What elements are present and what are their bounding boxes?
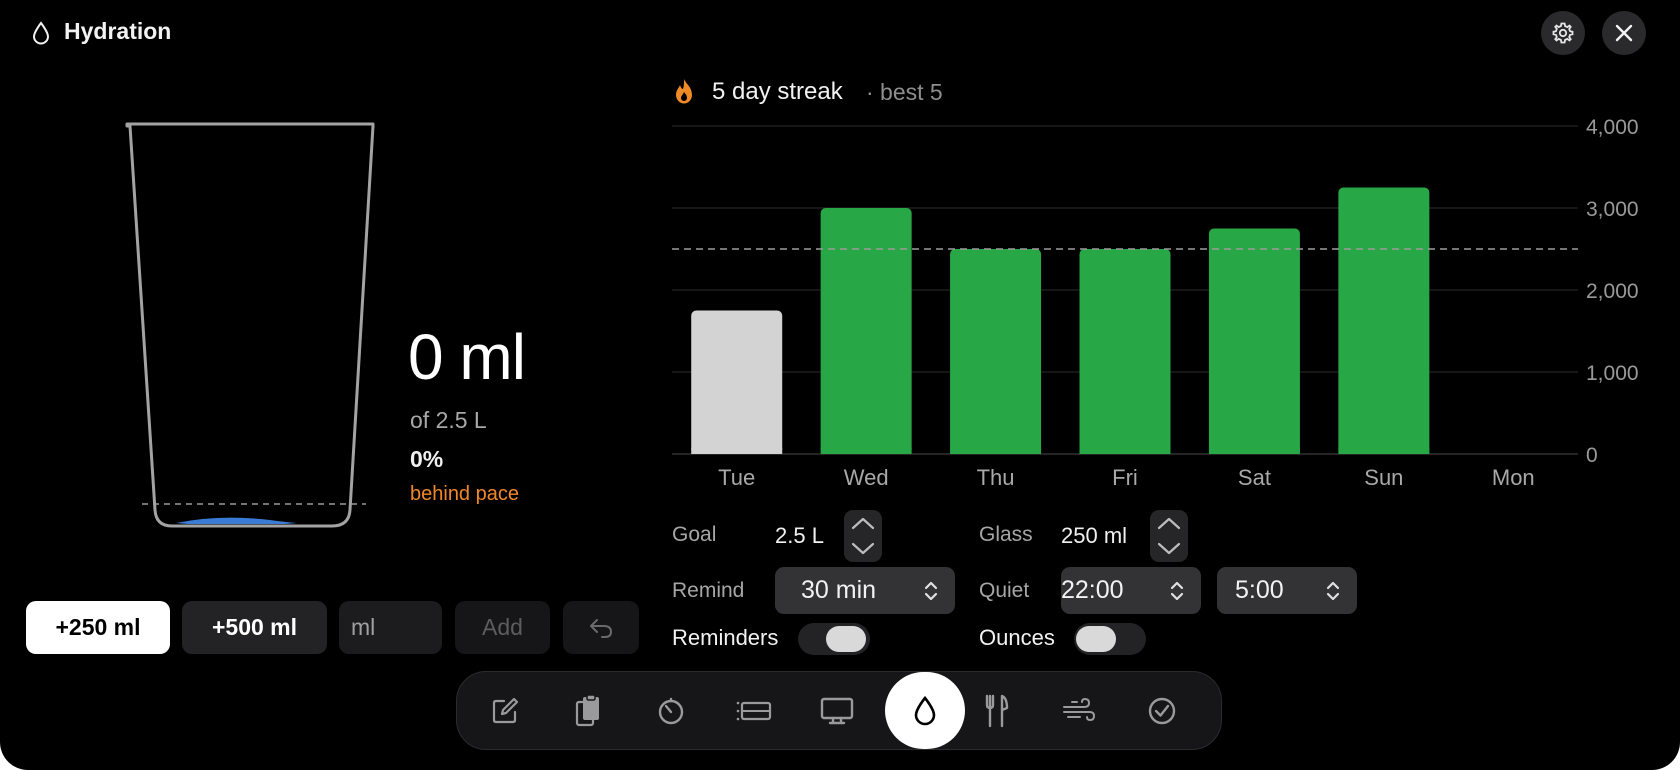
custom-amount-input[interactable] [339,601,442,654]
dock-timer-button[interactable] [644,684,698,738]
glass-label: Glass [979,523,1033,546]
ounces-label: Ounces [979,625,1055,650]
chevron-up-down-icon [1157,517,1181,555]
undo-icon [590,618,612,638]
bar-base [1079,448,1171,454]
y-tick-label: 3,000 [1586,198,1639,221]
goal-value: 2.5 L [775,523,824,548]
bar-base [1338,448,1430,454]
x-tick-label: Wed [844,465,889,490]
note-icon [492,697,519,724]
remind-interval-select[interactable]: 30 min [775,567,955,614]
chevron-up-down-icon [1326,581,1340,601]
remind-interval-value: 30 min [801,576,877,604]
y-tick-label: 0 [1586,444,1598,467]
glass-stepper[interactable] [1150,510,1188,562]
bar-wed [820,208,912,454]
hydration-window: Hydration 0 ml of 2.5 L 0% behind pace +… [0,0,1680,770]
quiet-end-select[interactable]: 5:00 [1217,567,1357,614]
dock-clipboard-button[interactable] [561,684,615,738]
bar-base [820,448,912,454]
toggle-knob [826,626,866,652]
wind-icon [1063,697,1096,722]
app-dock [456,671,1222,750]
y-tick-label: 1,000 [1586,362,1639,385]
x-tick-label: Sat [1238,465,1271,490]
add-500ml-button[interactable]: +500 ml [182,601,327,654]
chevron-up-down-icon [1170,581,1184,601]
goal-label: Goal [672,523,717,546]
reminders-toggle[interactable] [798,623,870,655]
add-250ml-button[interactable]: +250 ml [26,601,170,654]
bar-tue [691,310,783,454]
reminders-label: Reminders [672,625,779,650]
chevron-up-down-icon [924,581,938,601]
chevron-up-down-icon [851,517,875,555]
x-tick-label: Thu [977,465,1015,490]
fork-knife-icon [985,694,1009,728]
y-tick-label: 4,000 [1586,116,1639,139]
remind-label: Remind [672,579,745,602]
dock-tasks-button[interactable] [1135,684,1189,738]
bar-base [1208,448,1300,454]
bar-base [950,448,1042,454]
x-tick-label: Fri [1112,465,1138,490]
bar-base [691,448,783,454]
quiet-start-value: 22:00 [1061,576,1124,604]
dock-breathe-button[interactable] [1052,684,1106,738]
display-icon [820,697,854,725]
bar-thu [950,249,1042,454]
water-fill [176,517,297,524]
x-tick-label: Sun [1364,465,1403,490]
clipboard-icon [575,694,599,727]
x-tick-label: Mon [1492,465,1535,490]
quiet-label: Quiet [979,579,1030,602]
bar-fri [1079,249,1171,454]
dock-notes-button[interactable] [478,684,532,738]
ounces-toggle[interactable] [1074,623,1146,655]
y-tick-label: 2,000 [1586,280,1639,303]
dock-list-button[interactable] [727,684,781,738]
toggle-knob [1076,626,1116,652]
water-drop-icon [914,695,936,725]
undo-button[interactable] [563,601,639,654]
checkmark-circle-icon [1148,697,1176,725]
dock-meals-button[interactable] [969,684,1023,738]
weekly-intake-chart: 0 1,000 2,000 3,000 4,000 Tue Wed Thu Fri Sat Sun M… [672,116,1639,490]
goal-stepper[interactable] [844,510,882,562]
dock-hydration-button[interactable] [885,672,965,749]
quiet-end-value: 5:00 [1235,576,1284,604]
bar-sun [1338,187,1430,454]
quiet-start-select[interactable]: 22:00 [1061,567,1201,614]
dock-display-button[interactable] [810,684,864,738]
timer-icon [658,697,684,725]
list-icon [736,701,772,721]
x-tick-label: Tue [718,465,755,490]
glass-value: 250 ml [1061,523,1128,548]
bar-sat [1208,228,1300,454]
add-custom-button[interactable]: Add [455,601,550,654]
